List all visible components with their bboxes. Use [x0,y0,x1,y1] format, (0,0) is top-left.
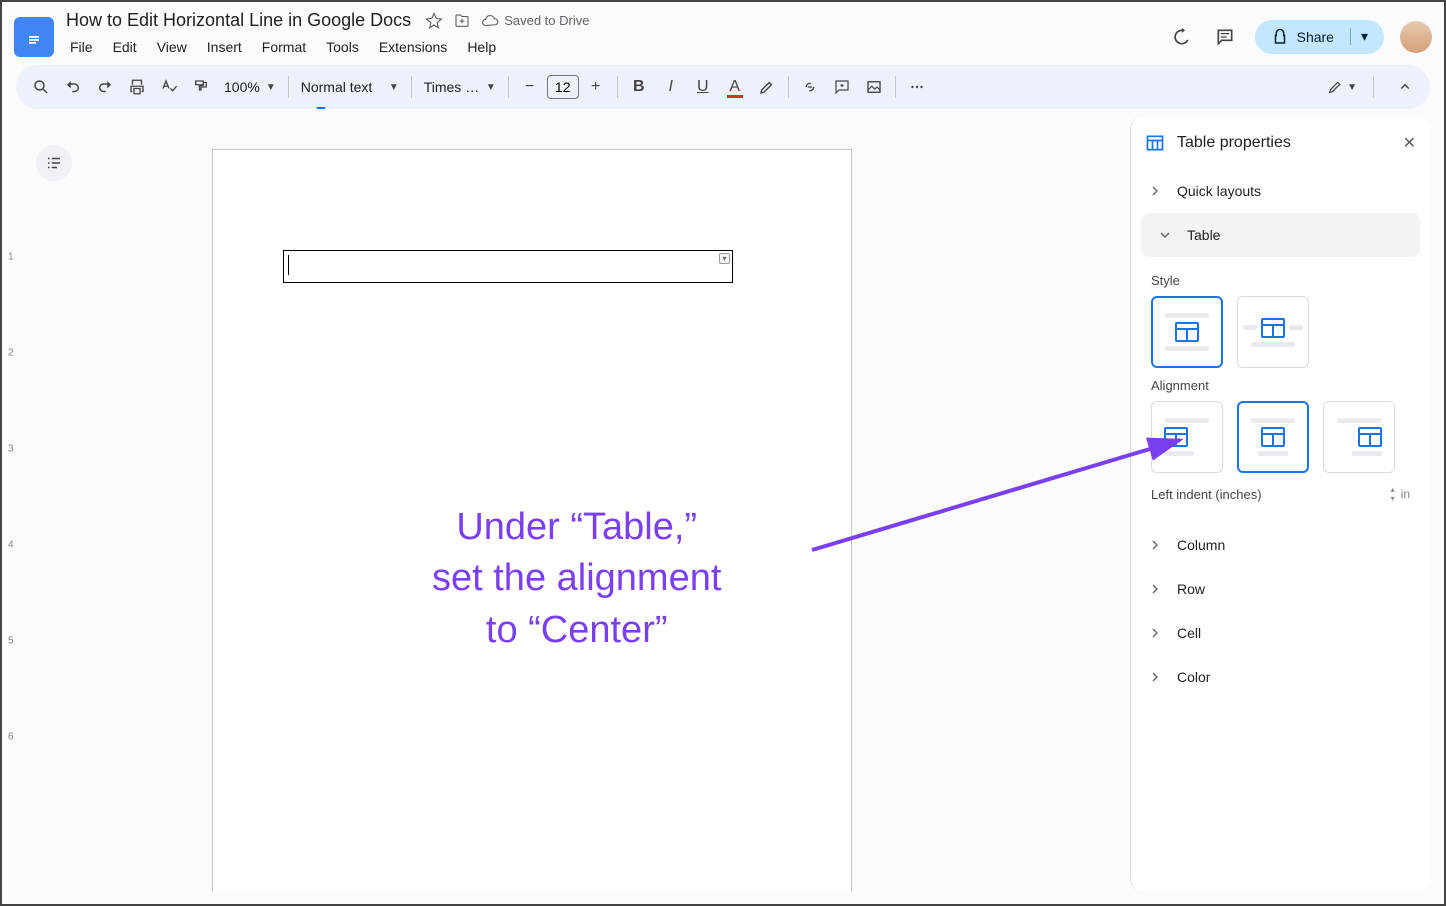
menu-edit[interactable]: Edit [105,35,145,59]
more-icon[interactable] [902,72,932,102]
style-option-wrap[interactable] [1237,296,1309,368]
text-color-icon[interactable]: A [720,72,750,102]
collapse-icon[interactable] [1390,72,1420,102]
avatar[interactable] [1400,21,1432,53]
italic-icon[interactable]: I [656,72,686,102]
bold-icon[interactable]: B [624,72,654,102]
menu-file[interactable]: File [62,35,101,59]
redo-icon[interactable] [90,72,120,102]
star-icon[interactable] [425,12,443,30]
chevron-right-icon [1147,669,1163,685]
add-comment-icon[interactable] [827,72,857,102]
section-quick-layouts[interactable]: Quick layouts [1131,169,1430,213]
menu-insert[interactable]: Insert [199,35,250,59]
chevron-down-icon [1157,227,1173,243]
search-icon[interactable] [26,72,56,102]
editing-mode-icon[interactable]: ▼ [1327,72,1357,102]
docs-logo[interactable] [14,17,54,57]
style-label: Style [1151,273,1410,288]
toolbar: 100%▼ Normal text▼ Times …▼ − 12 + B I U… [16,65,1430,109]
section-color[interactable]: Color [1131,655,1430,699]
underline-icon[interactable]: U [688,72,718,102]
highlight-icon[interactable] [752,72,782,102]
chevron-right-icon [1147,625,1163,641]
menu-extensions[interactable]: Extensions [371,35,455,59]
table-handle-icon[interactable]: ▾ [719,253,730,264]
menu-format[interactable]: Format [254,35,314,59]
table-icon [1145,133,1165,153]
share-caret-icon[interactable]: ▾ [1350,28,1368,45]
annotation-arrow [802,422,1202,562]
undo-icon[interactable] [58,72,88,102]
link-icon[interactable] [795,72,825,102]
outline-button[interactable] [36,145,72,181]
chevron-right-icon [1147,183,1163,199]
doc-title[interactable]: How to Edit Horizontal Line in Google Do… [62,8,415,33]
panel-title: Table properties [1177,134,1391,152]
history-icon[interactable] [1167,23,1195,51]
alignment-right[interactable] [1323,401,1395,473]
vertical-ruler: 1 2 3 4 5 6 [2,109,22,891]
menu-help[interactable]: Help [459,35,504,59]
image-icon[interactable] [859,72,889,102]
annotation-text: Under “Table,” set the alignment to “Cen… [432,502,721,656]
font-size-increase[interactable]: + [581,72,611,102]
menubar: File Edit View Insert Format Tools Exten… [62,33,1167,65]
font-size-decrease[interactable]: − [515,72,545,102]
font-size-input[interactable]: 12 [547,75,579,99]
cloud-status[interactable]: Saved to Drive [481,12,589,30]
close-icon[interactable]: ✕ [1403,133,1416,153]
zoom-dropdown[interactable]: 100%▼ [218,79,282,95]
indent-input[interactable]: ▴▾ in [1391,485,1410,503]
table-cell[interactable]: ▾ [283,250,733,283]
alignment-label: Alignment [1151,378,1410,393]
style-dropdown[interactable]: Normal text▼ [295,79,405,95]
section-cell[interactable]: Cell [1131,611,1430,655]
move-icon[interactable] [453,12,471,30]
menu-view[interactable]: View [149,35,195,59]
print-icon[interactable] [122,72,152,102]
menu-tools[interactable]: Tools [318,35,367,59]
lock-icon [1271,28,1289,46]
chevron-right-icon [1147,581,1163,597]
spellcheck-icon[interactable] [154,72,184,102]
font-dropdown[interactable]: Times …▼ [418,79,502,95]
alignment-center[interactable] [1237,401,1309,473]
section-row[interactable]: Row [1131,567,1430,611]
style-option-inline[interactable] [1151,296,1223,368]
share-button[interactable]: Share ▾ [1255,20,1384,54]
section-table[interactable]: Table [1141,213,1420,257]
paint-format-icon[interactable] [186,72,216,102]
comments-icon[interactable] [1211,23,1239,51]
cloud-icon [481,12,499,30]
